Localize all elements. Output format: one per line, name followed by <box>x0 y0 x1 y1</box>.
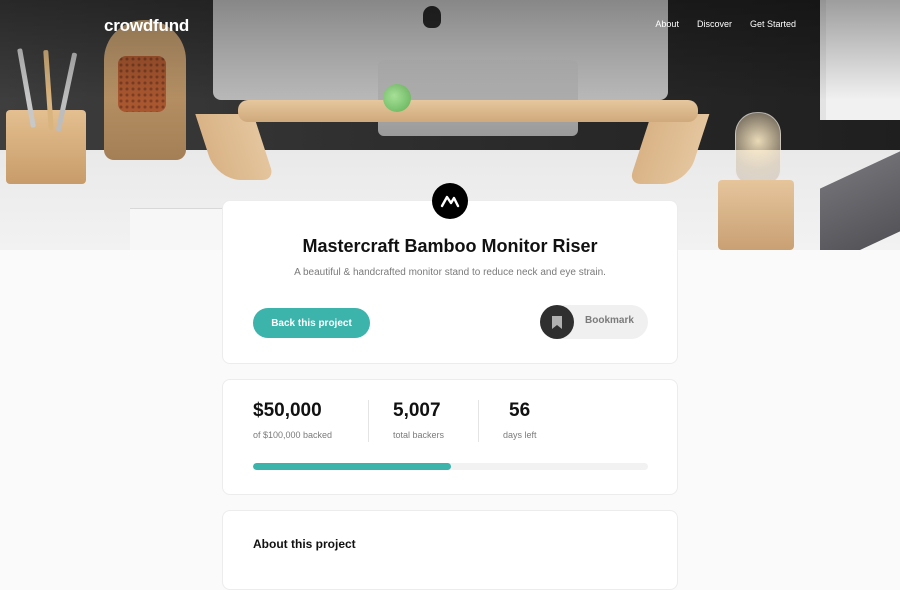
nav-link-discover[interactable]: Discover <box>697 19 732 29</box>
project-card: Mastercraft Bamboo Monitor Riser A beaut… <box>222 200 678 364</box>
stat-backers-label: total backers <box>393 430 445 440</box>
stat-divider <box>478 400 479 442</box>
nav-link-get-started[interactable]: Get Started <box>750 19 796 29</box>
progress-bar <box>253 463 648 470</box>
back-project-button[interactable]: Back this project <box>253 308 370 338</box>
about-card: About this project <box>222 510 678 590</box>
stat-days: 56 days left <box>503 400 537 440</box>
about-title: About this project <box>253 537 356 551</box>
nav-link-about[interactable]: About <box>655 19 679 29</box>
stat-days-label: days left <box>503 430 537 440</box>
stat-backed: $50,000 of $100,000 backed <box>253 400 332 440</box>
project-description: A beautiful & handcrafted monitor stand … <box>294 267 606 278</box>
stat-divider <box>368 400 369 442</box>
stat-backers: 5,007 total backers <box>393 400 444 440</box>
bookmark-icon <box>552 315 562 329</box>
bookmark-label: Bookmark <box>585 315 634 326</box>
bookmark-button[interactable]: Bookmark <box>540 305 648 339</box>
page-title: Mastercraft Bamboo Monitor Riser <box>302 236 598 256</box>
stat-days-value: 56 <box>509 400 531 421</box>
mastercraft-logo-icon <box>432 183 468 219</box>
top-nav: About Discover Get Started <box>655 19 796 29</box>
stat-backed-value: $50,000 <box>253 400 322 421</box>
stats-card: $50,000 of $100,000 backed 5,007 total b… <box>222 379 678 495</box>
site-logo[interactable]: crowdfund <box>104 16 189 36</box>
stat-backed-label: of $100,000 backed <box>253 430 333 440</box>
mastercraft-logo-glyph <box>440 195 460 208</box>
stat-backers-value: 5,007 <box>393 400 441 421</box>
bookmark-icon-wrap <box>540 305 574 339</box>
progress-fill <box>253 463 451 470</box>
